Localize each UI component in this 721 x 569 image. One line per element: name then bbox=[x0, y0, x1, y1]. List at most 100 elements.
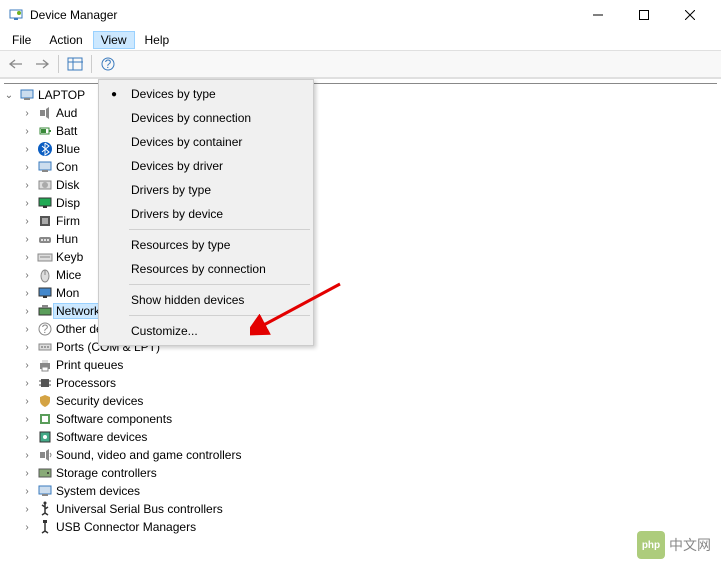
hid-icon bbox=[37, 231, 53, 247]
tree-node-label: Disp bbox=[56, 195, 80, 211]
other-icon: ? bbox=[37, 321, 53, 337]
dropdown-item[interactable]: ●Devices by type bbox=[101, 82, 311, 106]
tree-node-label: System devices bbox=[56, 483, 140, 499]
tree-node[interactable]: › Processors bbox=[0, 374, 721, 392]
expand-icon[interactable]: › bbox=[20, 304, 34, 318]
dropdown-item-label: Devices by container bbox=[131, 135, 242, 149]
tree-node[interactable]: › System devices bbox=[0, 482, 721, 500]
watermark: php 中文网 bbox=[637, 531, 711, 559]
audio-icon bbox=[37, 105, 53, 121]
menu-help[interactable]: Help bbox=[137, 31, 178, 49]
keyboard-icon bbox=[37, 249, 53, 265]
dropdown-item[interactable]: Devices by driver bbox=[101, 154, 311, 178]
expand-icon[interactable]: › bbox=[20, 322, 34, 336]
tree-node-label: Storage controllers bbox=[56, 465, 157, 481]
disk-icon bbox=[37, 177, 53, 193]
dropdown-separator bbox=[129, 229, 310, 230]
dropdown-item[interactable]: Drivers by device bbox=[101, 202, 311, 226]
expand-icon[interactable]: › bbox=[20, 394, 34, 408]
storage-icon bbox=[37, 465, 53, 481]
expand-icon[interactable]: › bbox=[20, 502, 34, 516]
expand-icon[interactable]: › bbox=[20, 142, 34, 156]
bluetooth-icon bbox=[37, 141, 53, 157]
menu-action[interactable]: Action bbox=[41, 31, 90, 49]
dropdown-item-label: Show hidden devices bbox=[131, 293, 244, 307]
expand-icon[interactable]: › bbox=[20, 520, 34, 534]
dropdown-item-label: Devices by driver bbox=[131, 159, 223, 173]
tree-node-label: USB Connector Managers bbox=[56, 519, 196, 535]
dropdown-item[interactable]: Customize... bbox=[101, 319, 311, 343]
tree-node[interactable]: › USB Connector Managers bbox=[0, 518, 721, 536]
dropdown-item-label: Resources by type bbox=[131, 238, 230, 252]
tree-node-label: Batt bbox=[56, 123, 77, 139]
expand-icon[interactable]: › bbox=[20, 178, 34, 192]
toolbar-separator bbox=[58, 55, 59, 73]
dropdown-item-label: Drivers by device bbox=[131, 207, 223, 221]
expand-icon[interactable]: › bbox=[20, 160, 34, 174]
dropdown-item-label: Devices by type bbox=[131, 87, 216, 101]
tree-node[interactable]: › Universal Serial Bus controllers bbox=[0, 500, 721, 518]
tree-node[interactable]: ›Security devices bbox=[0, 392, 721, 410]
forward-button[interactable] bbox=[30, 53, 54, 75]
expand-icon[interactable]: › bbox=[20, 358, 34, 372]
expand-icon[interactable]: › bbox=[20, 448, 34, 462]
expand-icon[interactable]: › bbox=[20, 412, 34, 426]
tree-node[interactable]: › Storage controllers bbox=[0, 464, 721, 482]
collapse-icon[interactable]: ⌄ bbox=[2, 88, 16, 102]
tree-node-label: Processors bbox=[56, 375, 116, 391]
expand-icon[interactable]: › bbox=[20, 430, 34, 444]
dropdown-item[interactable]: Devices by connection bbox=[101, 106, 311, 130]
dropdown-item-label: Customize... bbox=[131, 324, 198, 338]
tree-node-label: Mon bbox=[56, 285, 79, 301]
dropdown-separator bbox=[129, 315, 310, 316]
computer-icon bbox=[37, 159, 53, 175]
tree-node[interactable]: ›Software components bbox=[0, 410, 721, 428]
tree-node-label: Disk bbox=[56, 177, 79, 193]
dropdown-item[interactable]: Devices by container bbox=[101, 130, 311, 154]
menu-view[interactable]: View bbox=[93, 31, 135, 49]
maximize-button[interactable] bbox=[621, 0, 667, 30]
expand-icon[interactable]: › bbox=[20, 286, 34, 300]
expand-icon[interactable]: › bbox=[20, 466, 34, 480]
expand-icon[interactable]: › bbox=[20, 250, 34, 264]
tree-node-label: Sound, video and game controllers bbox=[56, 447, 241, 463]
tree-node[interactable]: › Sound, video and game controllers bbox=[0, 446, 721, 464]
expand-icon[interactable]: › bbox=[20, 106, 34, 120]
dropdown-item[interactable]: Drivers by type bbox=[101, 178, 311, 202]
expand-icon[interactable]: › bbox=[20, 484, 34, 498]
expand-icon[interactable]: › bbox=[20, 124, 34, 138]
dropdown-item-label: Resources by connection bbox=[131, 262, 266, 276]
tree-node-label: Universal Serial Bus controllers bbox=[56, 501, 223, 517]
tree-node-label: Keyb bbox=[56, 249, 83, 265]
back-button[interactable] bbox=[4, 53, 28, 75]
security-icon bbox=[37, 393, 53, 409]
dropdown-item[interactable]: Show hidden devices bbox=[101, 288, 311, 312]
dropdown-item-label: Drivers by type bbox=[131, 183, 211, 197]
expand-icon[interactable]: › bbox=[20, 268, 34, 282]
dropdown-item[interactable]: Resources by type bbox=[101, 233, 311, 257]
minimize-button[interactable] bbox=[575, 0, 621, 30]
help-button[interactable]: ? bbox=[96, 53, 120, 75]
show-hide-button[interactable] bbox=[63, 53, 87, 75]
tree-node-label: Con bbox=[56, 159, 78, 175]
tree-root-label: LAPTOP bbox=[38, 87, 85, 103]
expand-icon[interactable]: › bbox=[20, 232, 34, 246]
tree-node[interactable]: ›Print queues bbox=[0, 356, 721, 374]
expand-icon[interactable]: › bbox=[20, 214, 34, 228]
cpu-icon bbox=[37, 375, 53, 391]
swcomp-icon bbox=[37, 411, 53, 427]
tree-node-label: Software devices bbox=[56, 429, 147, 445]
tree-node[interactable]: › Software devices bbox=[0, 428, 721, 446]
close-button[interactable] bbox=[667, 0, 713, 30]
dropdown-item[interactable]: Resources by connection bbox=[101, 257, 311, 281]
system-icon bbox=[37, 483, 53, 499]
mouse-icon bbox=[37, 267, 53, 283]
expand-icon[interactable]: › bbox=[20, 376, 34, 390]
content-area: ⌄ LAPTOP ›Aud›Batt›Blue›Con›Disk›Disp›Fi… bbox=[0, 78, 721, 569]
tree-node-label: Aud bbox=[56, 105, 77, 121]
expand-icon[interactable]: › bbox=[20, 340, 34, 354]
view-dropdown: ●Devices by typeDevices by connection Dev… bbox=[98, 79, 314, 346]
expand-icon[interactable]: › bbox=[20, 196, 34, 210]
display-icon bbox=[37, 195, 53, 211]
menu-file[interactable]: File bbox=[4, 31, 39, 49]
